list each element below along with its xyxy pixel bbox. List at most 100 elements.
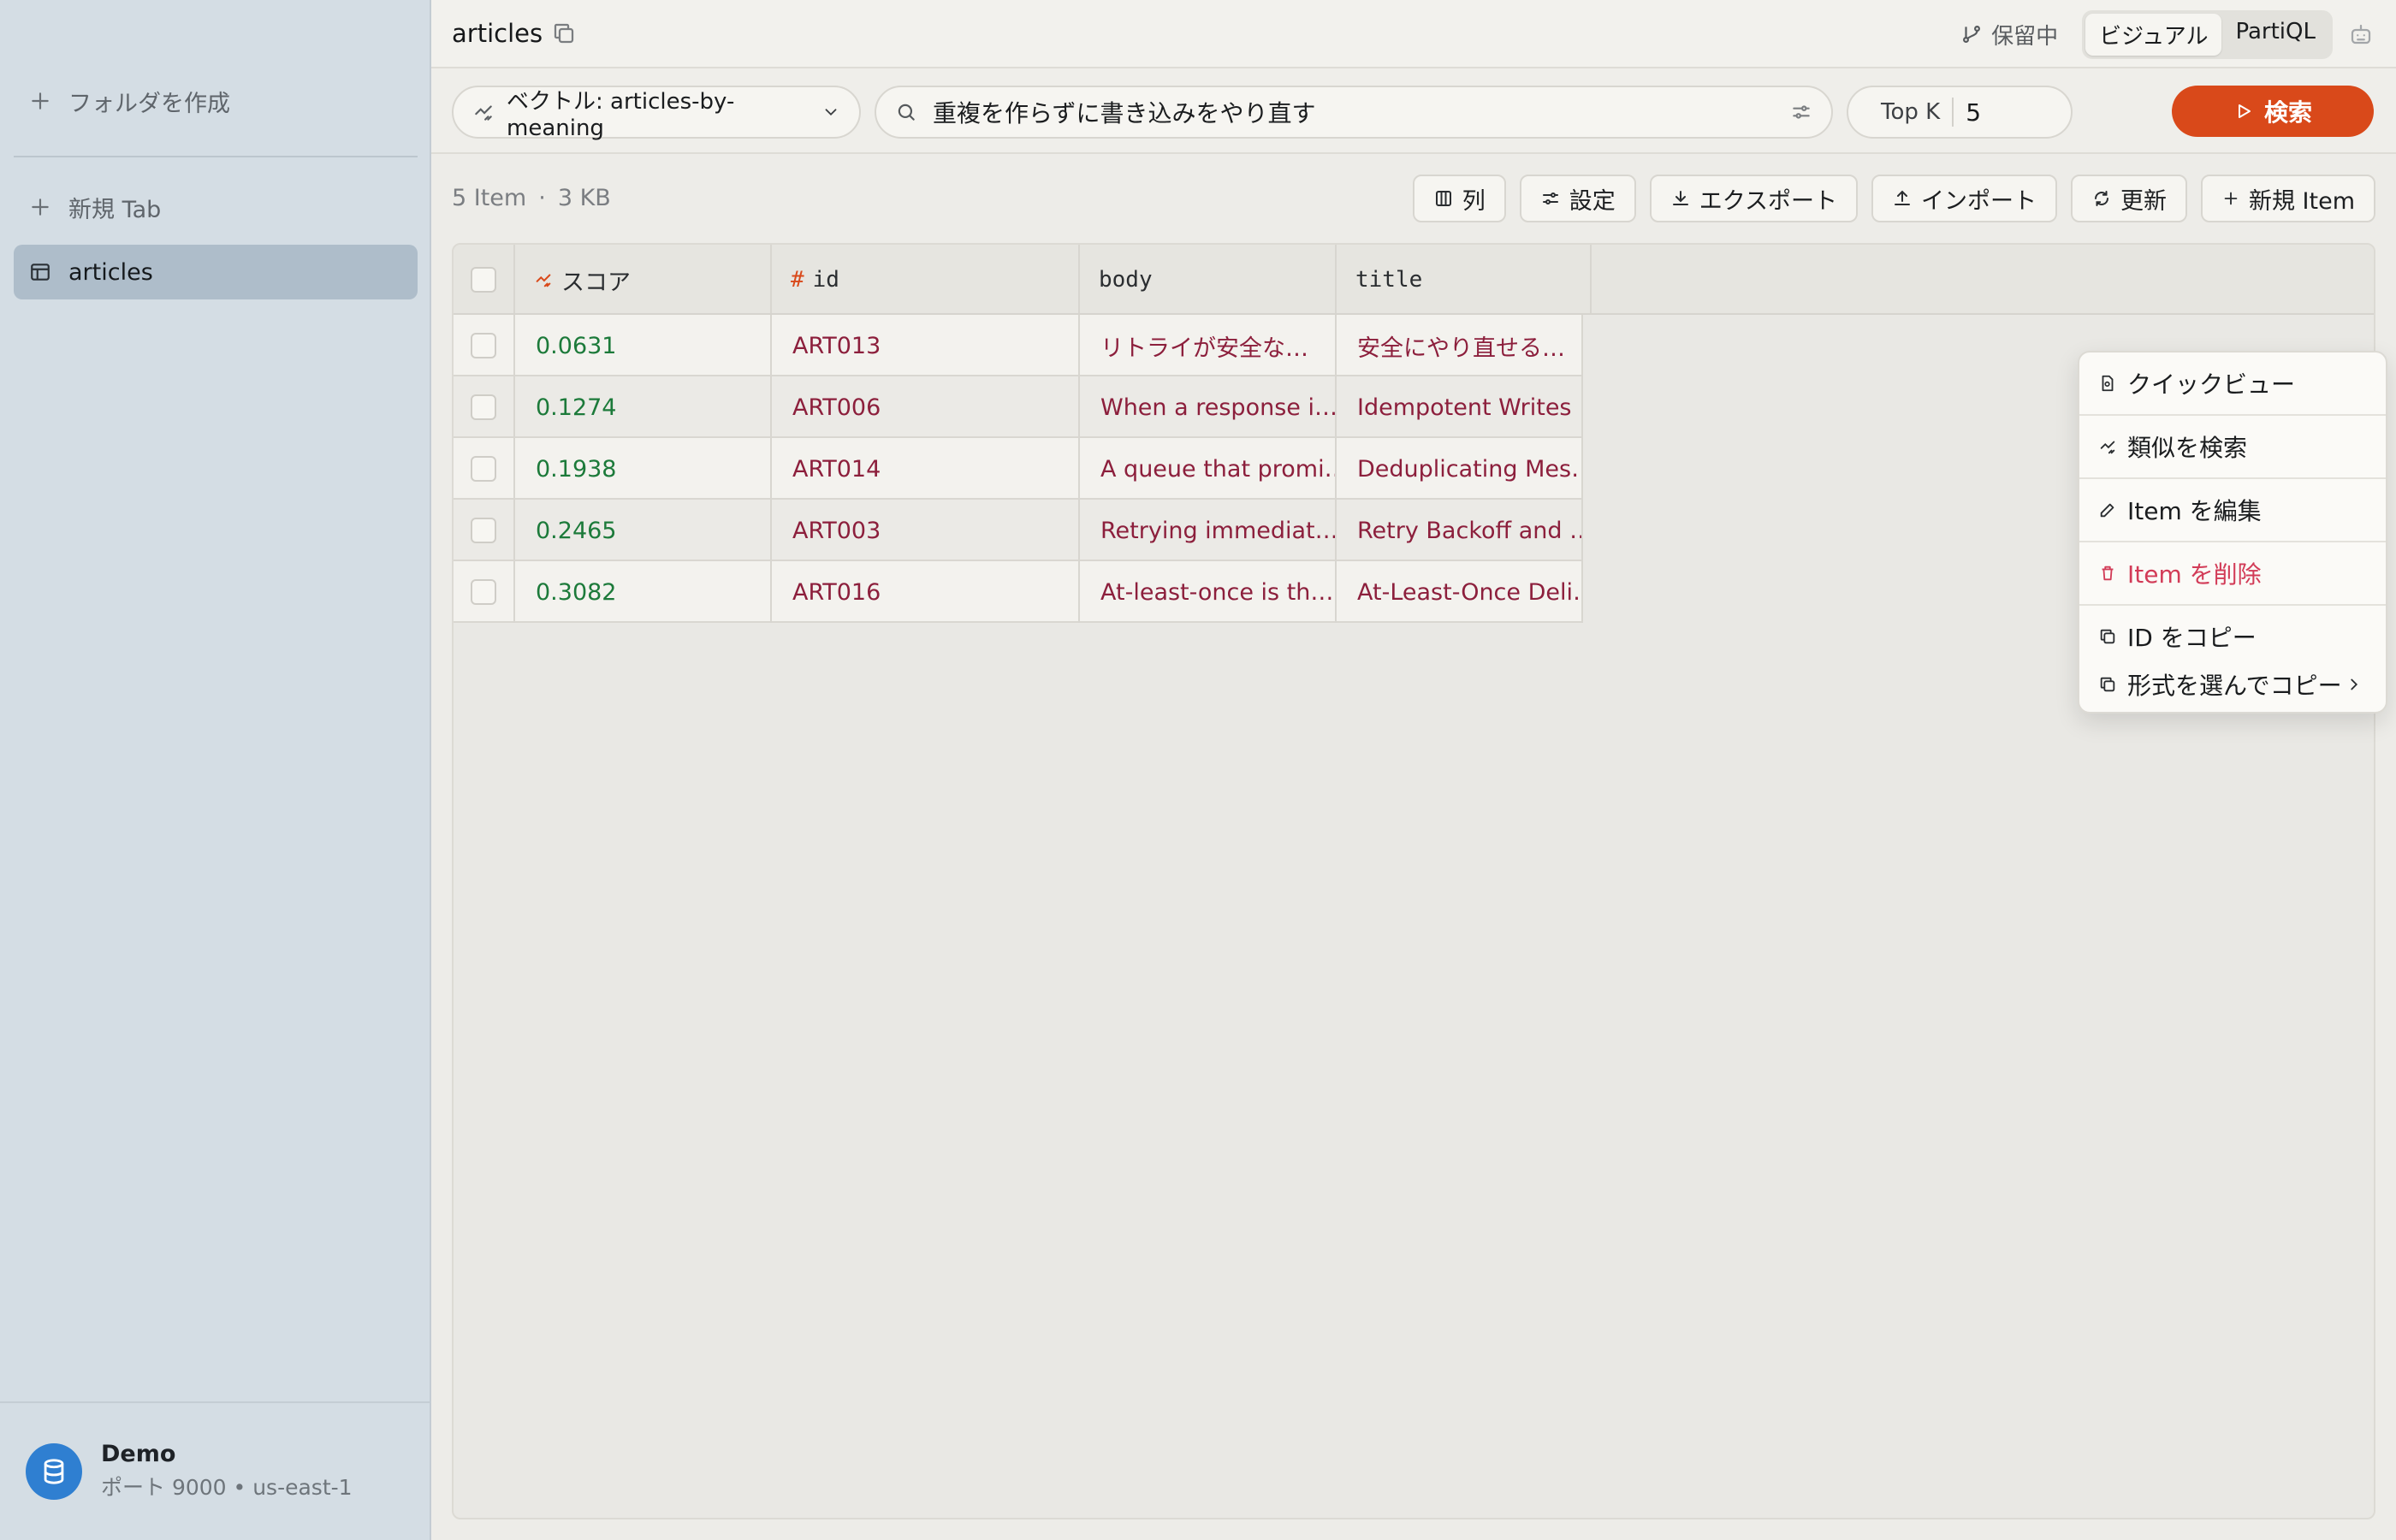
hash-icon: # [791, 267, 804, 293]
title-cell: At-Least-Once Deli… [1337, 561, 1583, 623]
row-checkbox[interactable] [471, 333, 496, 358]
topk-field[interactable]: Top K 5 [1847, 86, 2073, 139]
title-cell: Retry Backoff and … [1337, 500, 1583, 561]
vector-icon [472, 101, 495, 123]
search-input[interactable]: 重複を作らずに書き込みをやり直す [875, 86, 1833, 139]
row-checkbox[interactable] [471, 518, 496, 543]
header-title-label: title [1355, 267, 1423, 293]
score-cell: 0.0631 [515, 315, 772, 376]
sliders-icon [1540, 188, 1561, 209]
plus-icon [29, 90, 51, 112]
menu-separator [2079, 477, 2386, 479]
refresh-icon [2091, 188, 2112, 209]
pending-changes-button[interactable]: 保留中 [1960, 19, 2058, 50]
header-title[interactable]: title [1337, 245, 1592, 313]
topk-label: Top K [1881, 99, 1941, 125]
menu-item-delete-item[interactable]: Item を削除 [2079, 548, 2386, 599]
menu-item-label: 類似を検索 [2127, 434, 2248, 462]
menu-separator [2079, 541, 2386, 542]
search-button[interactable]: 検索 [2172, 86, 2374, 137]
title-cell: 安全にやり直せる… [1337, 315, 1583, 376]
table-row[interactable]: 0.2465 ART003 Retrying immediat… Retry B… [454, 500, 1583, 561]
menu-separator [2079, 414, 2386, 416]
create-folder-label: フォルダを作成 [68, 90, 230, 117]
menu-item-quick-view[interactable]: クイックビュー [2079, 358, 2386, 409]
mode-visual-button[interactable]: ビジュアル [2085, 13, 2222, 56]
mode-switch: ビジュアル PartiQL [2082, 9, 2333, 59]
vector-icon [534, 270, 553, 289]
header-body[interactable]: body [1080, 245, 1337, 313]
robot-icon[interactable] [2348, 21, 2374, 47]
vector-icon [2098, 437, 2117, 456]
chevron-down-icon [821, 103, 840, 121]
data-size: 3 KB [557, 185, 611, 211]
tab-title: articles [452, 19, 543, 48]
import-label: インポート [1920, 187, 2037, 215]
new-tab-label: 新規 Tab [68, 196, 162, 223]
menu-item-copy-id[interactable]: ID をコピー [2079, 611, 2386, 662]
search-icon [895, 101, 917, 123]
sidebar: フォルダを作成 新規 Tab articles Demo ポート 9000 • … [0, 0, 431, 1540]
sidebar-item-articles[interactable]: articles [14, 245, 418, 299]
score-cell: 0.1938 [515, 438, 772, 500]
new-tab-button[interactable]: 新規 Tab [14, 180, 418, 234]
columns-label: 列 [1462, 187, 1486, 215]
query-bar: ベクトル: articles-by-meaning 重複を作らずに書き込みをやり… [431, 68, 2396, 154]
menu-item-copy-as[interactable]: 形式を選んでコピー [2079, 659, 2386, 710]
export-label: エクスポート [1699, 187, 1837, 215]
select-all-column [454, 245, 515, 313]
row-checkbox[interactable] [471, 456, 496, 482]
row-checkbox[interactable] [471, 394, 496, 420]
create-folder-button[interactable]: フォルダを作成 [14, 74, 418, 128]
table-row[interactable]: 0.1938 ART014 A queue that promi… Dedupl… [454, 438, 1583, 500]
mode-partiql-button[interactable]: PartiQL [2221, 14, 2329, 56]
menu-item-label: 形式を選んでコピー [2127, 672, 2342, 700]
row-checkbox[interactable] [471, 579, 496, 605]
table-row[interactable]: 0.0631 ART013 リトライが安全な… 安全にやり直せる… [454, 315, 1583, 376]
table-toolbar: 列 設定 エクスポート インポート 更新 新規 Item [1412, 175, 2375, 222]
row-context-menu: クイックビュー 類似を検索 Item を編集 Item を削除 ID をコピー … [2078, 351, 2387, 714]
export-button[interactable]: エクスポート [1649, 175, 1858, 222]
copy-icon[interactable] [551, 21, 577, 46]
select-all-checkbox[interactable] [471, 267, 496, 293]
filter-settings-icon[interactable] [1790, 101, 1812, 123]
trash-icon [2098, 564, 2117, 583]
play-icon [2233, 101, 2254, 121]
vector-index-select[interactable]: ベクトル: articles-by-meaning [452, 86, 861, 141]
search-query-text: 重複を作らずに書き込みをやり直す [933, 99, 1316, 127]
score-cell: 0.1274 [515, 376, 772, 438]
settings-button[interactable]: 設定 [1519, 175, 1636, 222]
score-cell: 0.3082 [515, 561, 772, 623]
plus-icon [29, 196, 51, 218]
summary-separator: · [538, 185, 546, 211]
result-summary: 5 Item · 3 KB [452, 185, 611, 211]
item-count: 5 Item [452, 185, 527, 211]
refresh-button[interactable]: 更新 [2070, 175, 2187, 222]
copy-icon [2098, 627, 2117, 646]
body-cell: When a response i… [1080, 376, 1337, 438]
menu-separator [2079, 604, 2386, 606]
database-icon [26, 1442, 82, 1500]
header-score[interactable]: スコア [515, 245, 772, 313]
plus-icon [2221, 189, 2240, 208]
header-id[interactable]: # id [772, 245, 1080, 313]
download-icon [1670, 188, 1691, 209]
topk-divider [1952, 98, 1954, 127]
columns-button[interactable]: 列 [1412, 175, 1506, 222]
id-cell: ART014 [772, 438, 1080, 500]
table-row[interactable]: 0.1274 ART006 When a response i… Idempot… [454, 376, 1583, 438]
search-button-label: 検索 [2263, 98, 2312, 127]
table-row[interactable]: 0.3082 ART016 At-least-once is th… At-Le… [454, 561, 1583, 623]
upload-icon [1892, 188, 1913, 209]
title-cell: Idempotent Writes … [1337, 376, 1583, 438]
new-item-button[interactable]: 新規 Item [2200, 175, 2375, 222]
header-body-label: body [1099, 267, 1153, 293]
connection-info[interactable]: Demo ポート 9000 • us-east-1 [26, 1441, 353, 1502]
connection-details: ポート 9000 • us-east-1 [101, 1475, 353, 1500]
menu-item-find-similar[interactable]: 類似を検索 [2079, 421, 2386, 472]
columns-icon [1433, 188, 1454, 209]
menu-item-edit-item[interactable]: Item を編集 [2079, 484, 2386, 536]
import-button[interactable]: インポート [1871, 175, 2057, 222]
menu-item-label: ID をコピー [2127, 624, 2257, 652]
score-cell: 0.2465 [515, 500, 772, 561]
